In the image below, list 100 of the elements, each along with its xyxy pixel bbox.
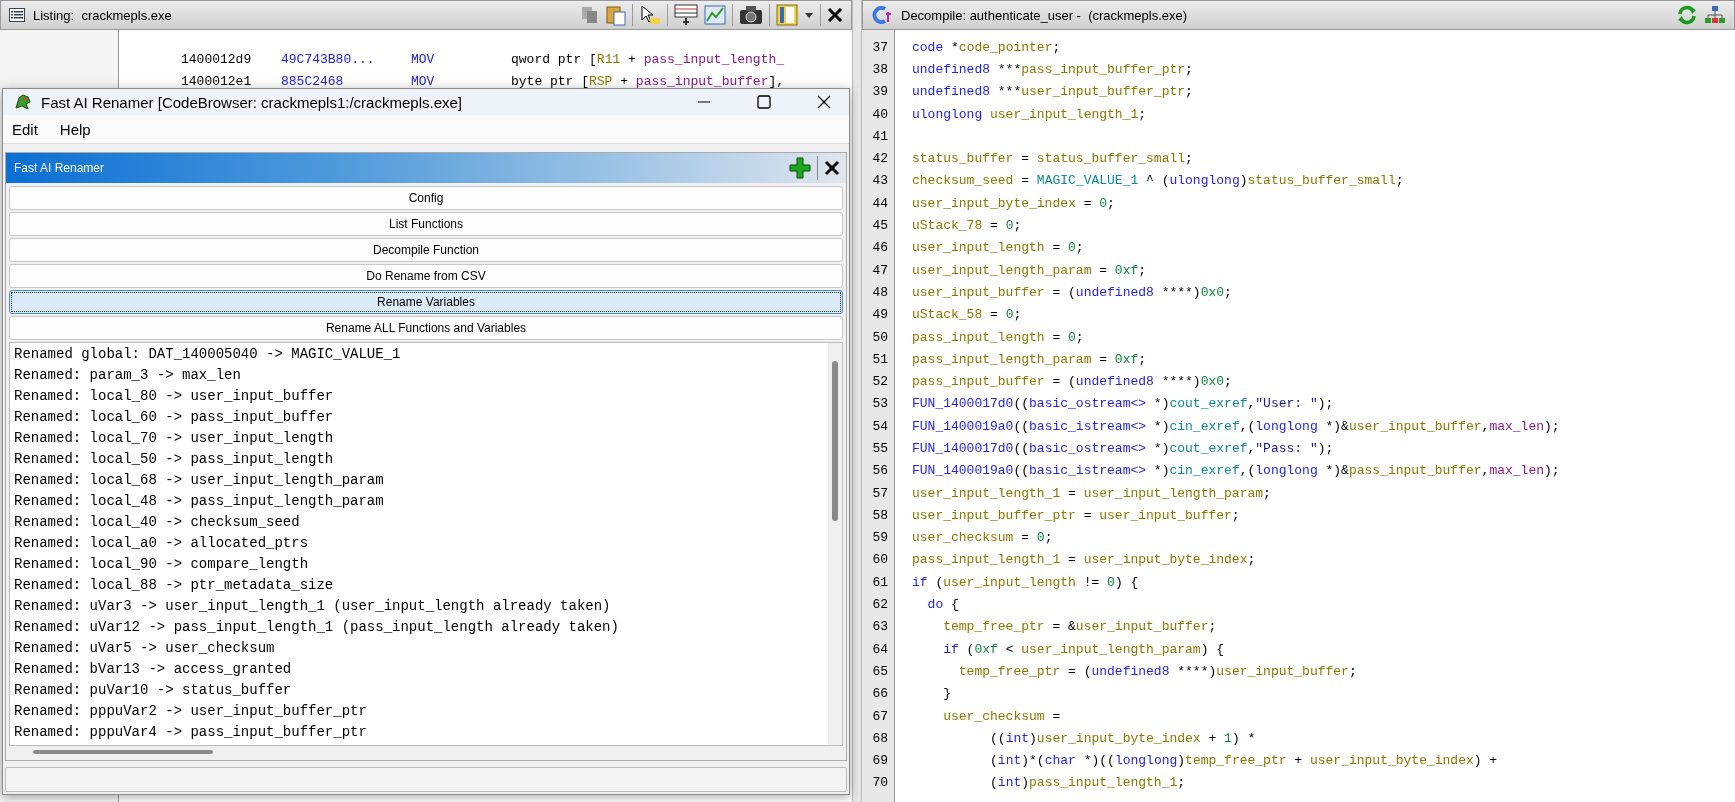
code-line: user_input_length_1 = user_input_length_param; [912,485,1271,501]
action-button[interactable]: Decompile Function [9,238,843,263]
line-number: 41 [871,128,888,144]
log-line: Renamed: local_40 -> checksum_seed [14,513,301,533]
code-line: do { [926,597,959,613]
code-line: if (0xf < user_input_length_param) { [942,641,1225,657]
log-line: Renamed: bVar13 -> access_granted [14,660,293,680]
log-line: Renamed: local_90 -> compare_length [14,555,310,575]
line-number: 65 [871,663,888,679]
log-line: Renamed: local_60 -> pass_input_buffer [14,408,335,428]
code-line: pass_input_buffer = (undefined8 ****)0x0; [912,374,1232,390]
close-icon[interactable] [824,160,840,177]
line-number: 47 [871,262,888,278]
code-line: (int)*(char *)((longlong)temp_free_ptr + user_input_byte_index) + [989,753,1498,769]
code-line: checksum_seed = MAGIC_VALUE_1 ^ (ulonglong)status_buffer_small; [912,173,1404,189]
menu-item[interactable]: Edit [12,120,38,138]
action-button[interactable]: Rename Variables [9,290,843,315]
log-line: Renamed: local_68 -> user_input_length_param [14,471,385,491]
operands-text: byte ptr [RSP + pass_input_buffer], [511,73,785,89]
log-line: Renamed: param_3 -> max_len [14,366,242,386]
code-line: temp_free_ptr = &user_input_buffer; [942,619,1217,635]
log-line: Renamed: local_88 -> ptr_metadata_size [14,576,335,596]
line-number: 70 [871,775,888,791]
cursor-icon[interactable] [639,5,661,25]
log-line: Renamed: uVar5 -> user_checksum [14,639,276,659]
decompile-title: Decompile: authenticate_user - (crackmepls.exe) [901,7,1188,23]
close-icon[interactable] [817,95,831,110]
code-line: FUN_1400017d0((basic_ostream<> *)cout_exref,"Pass: "); [912,441,1334,456]
line-number: 66 [871,686,888,702]
dragon-icon [13,92,33,113]
code-line: code *code_pointer; [912,39,1061,55]
line-number: 45 [871,218,888,233]
close-icon[interactable] [827,7,843,23]
line-number: 68 [871,730,888,746]
code-line: undefined8 ***pass_input_buffer_ptr; [912,61,1193,77]
menu-item[interactable]: Help [59,120,91,138]
graph-icon[interactable] [1704,5,1726,25]
code-line: status_buffer = status_buffer_small; [912,151,1193,167]
line-number: 59 [871,530,888,546]
code-line: pass_input_length_param = 0xf; [912,351,1147,367]
log-line: Renamed: local_50 -> pass_input_length [14,450,335,470]
log-line: Renamed: local_a0 -> allocated_ptrs [14,534,310,554]
line-number: 64 [871,641,888,657]
action-button[interactable]: Config [9,186,843,211]
mnemonic-text: MOV [411,51,436,67]
code-line: FUN_1400019a0((basic_istream<> *)cin_exref,(longlong *)&user_input_buffer,max_len); [912,418,1560,434]
listing-title: Listing: crackmepls.exe [33,7,172,23]
table-icon[interactable] [674,4,698,26]
line-number: 40 [871,106,888,122]
log-line: Renamed: uVar12 -> pass_input_length_1 (pass_input_length already taken) [14,618,620,638]
code-line: uStack_78 = 0; [912,218,1022,233]
bytes-text: 885C2468 [281,73,345,89]
copy-icon[interactable] [580,5,600,25]
code-line: user_input_length_param = 0xf; [912,262,1147,278]
code-line: user_checksum = 0; [912,530,1053,546]
code-line: pass_input_length = 0; [912,329,1084,345]
code-line: FUN_1400019a0((basic_istream<> *)cin_exref,(longlong *)&pass_input_buffer,max_len); [912,463,1560,479]
operands-text: qword ptr [R11 + pass_input_length_ [511,51,785,67]
code-line: ulonglong user_input_length_1; [912,106,1147,122]
line-number: 62 [871,597,888,613]
camera-icon[interactable] [739,5,763,25]
address-text: 1400012e1 [181,73,253,89]
refresh-icon[interactable] [1676,4,1698,26]
action-button[interactable]: Rename ALL Functions and Variables [9,316,843,341]
line-number: 42 [871,151,888,167]
plus-icon[interactable] [789,157,811,180]
line-number: 67 [871,708,888,724]
log-line: Renamed: pppuVar4 -> pass_input_buffer_ptr [14,723,368,743]
action-button[interactable]: Do Rename from CSV [9,264,843,289]
bytes-text: 49C743B80... [281,51,376,67]
line-number: 57 [871,485,888,501]
line-number: 58 [871,507,888,523]
action-button[interactable]: List Functions [9,212,843,237]
code-line: ((int)user_input_byte_index + 1) * [989,730,1256,746]
code-line: user_input_length = 0; [912,240,1084,256]
line-number: 49 [871,307,888,323]
code-line: pass_input_length_1 = user_input_byte_index; [912,552,1256,568]
line-number: 38 [871,61,888,77]
code-line: user_checksum = [942,708,1061,724]
line-number: 60 [871,552,888,568]
log-line: Renamed global: DAT_140005040 -> MAGIC_VALUE_1 [14,345,402,365]
code-line: } [942,686,951,702]
log-line: Renamed: local_48 -> pass_input_length_param [14,492,385,512]
line-number: 37 [871,39,888,55]
columns-icon[interactable] [776,4,798,26]
line-number: 48 [871,284,888,300]
code-line: user_input_buffer_ptr = user_input_buffer; [912,507,1240,523]
line-number: 56 [871,463,888,479]
line-number: 61 [871,574,888,590]
address-text: 1400012d9 [181,51,253,67]
line-number: 55 [871,441,888,456]
chart-icon[interactable] [704,5,726,25]
caret-icon[interactable] [804,11,814,19]
code-line: temp_free_ptr = (undefined8 ****)user_input_buffer; [957,663,1357,679]
vertical-scrollbar[interactable] [828,343,842,746]
maximize-icon[interactable] [757,95,771,110]
line-number: 51 [871,351,888,367]
line-number: 69 [871,753,888,769]
paste-icon[interactable] [606,4,626,26]
window-title: Fast AI Renamer [CodeBrowser: crackmepls1:/crackmepls.exe] [41,93,462,111]
